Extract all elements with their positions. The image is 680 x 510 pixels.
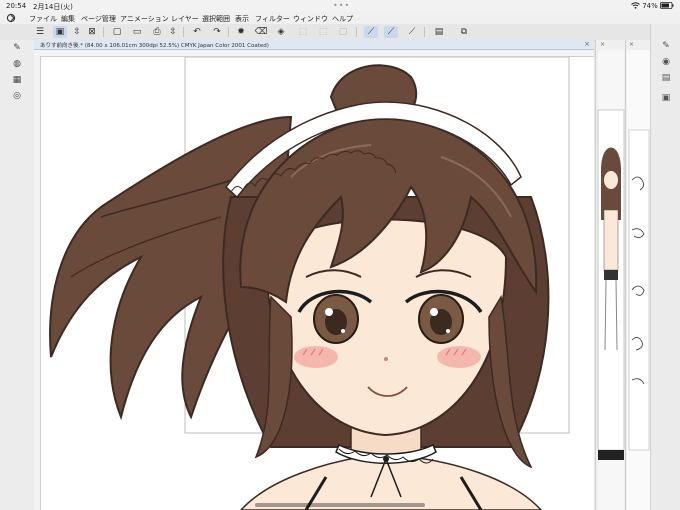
snap-ruler-icon[interactable]: ⟋ — [364, 26, 378, 38]
preview-close-icon[interactable]: × — [629, 41, 634, 48]
undo-icon[interactable]: ↶ — [190, 26, 204, 38]
stepper-icon[interactable]: ⇳ — [70, 26, 84, 38]
preview-panel[interactable]: × — [625, 40, 651, 510]
hamburger-menu-icon[interactable]: ☰ — [33, 26, 47, 38]
fill-icon[interactable]: ◈ — [274, 26, 288, 38]
battery-icon — [660, 2, 674, 9]
wifi-icon — [631, 2, 640, 9]
menu-animation[interactable]: アニメーション — [120, 14, 169, 24]
menu-bar: ファイル 編集 ページ管理 アニメーション レイヤー 選択範囲 表示 フィルター… — [0, 12, 680, 24]
status-time: 20:54 — [6, 2, 27, 10]
clear-icon[interactable]: ⌫ — [254, 26, 268, 38]
print-icon[interactable]: ⎙ — [150, 26, 164, 38]
right-tool-strip: ✎ ◉ ▤ ▣ — [650, 24, 680, 510]
right-blush — [437, 346, 481, 368]
menu-page-management[interactable]: ページ管理 — [81, 14, 116, 24]
pen-settings-icon[interactable]: ✎ — [659, 40, 673, 52]
document-title: ありす前向き後.* (84.00 x 106.01cm 300dpi 52.5%… — [40, 43, 269, 49]
new-document-icon[interactable]: ▢ — [110, 26, 124, 38]
battery-percent: 74% — [642, 2, 658, 10]
open-folder-icon[interactable]: ▭ — [130, 26, 144, 38]
material-icon[interactable]: ⊠ — [85, 26, 99, 38]
settings-panel-icon[interactable]: ▤ — [432, 26, 446, 38]
document-close-icon[interactable]: × — [584, 40, 590, 48]
redo-icon[interactable]: ↷ — [210, 26, 224, 38]
ruler-vertical — [34, 56, 41, 510]
tool-property-icon[interactable]: ▦ — [10, 74, 24, 86]
menu-selection[interactable]: 選択範囲 — [202, 14, 230, 24]
preview-thumbnail — [627, 50, 650, 510]
menu-layer[interactable]: レイヤー — [171, 14, 199, 24]
brush-size-icon[interactable]: ◍ — [10, 58, 24, 70]
snap-special-ruler-icon[interactable]: ⟋ — [384, 26, 398, 38]
export-stepper-icon[interactable]: ⇳ — [166, 26, 180, 38]
multitask-dots-icon[interactable]: ••• — [333, 1, 350, 10]
ios-status-bar: 20:54 2月14日(火) ••• 74% — [0, 0, 680, 12]
menu-window[interactable]: ウィンドウ — [293, 14, 328, 24]
menu-edit[interactable]: 編集 — [61, 14, 75, 24]
brush-tool-icon[interactable]: ✎ — [10, 42, 24, 54]
cloud-app-icon[interactable] — [6, 13, 18, 23]
command-bar: ☰ ▣ ⇳ ⊠ ▢ ▭ ⎙ ⇳ ↶ ↷ ✹ ⌫ ◈ ⬚ ⬚ ▢ ⟋ ⟋ ⟋ ▤ … — [0, 24, 680, 41]
invert-selection-icon[interactable]: ▢ — [336, 26, 350, 38]
sub-view-thumbnail — [597, 50, 625, 510]
crop-icon[interactable]: ⬚ — [296, 26, 310, 38]
auto-action-icon[interactable]: ▣ — [659, 92, 673, 104]
menu-view[interactable]: 表示 — [235, 14, 249, 24]
left-tool-strip: ✎ ◍ ▦ ◎ — [0, 40, 34, 510]
ruler-horizontal — [34, 50, 594, 57]
new-file-icon[interactable]: ▣ — [53, 26, 67, 38]
left-blush — [294, 346, 338, 368]
status-date: 2月14日(火) — [33, 3, 73, 11]
snap-grid-icon[interactable]: ⟋ — [405, 26, 419, 38]
menu-help[interactable]: ヘルプ — [332, 14, 353, 24]
sub-view-close-icon[interactable]: × — [600, 41, 605, 48]
deselect-icon[interactable]: ⬚ — [316, 26, 330, 38]
navigator-icon[interactable]: ◎ — [10, 90, 24, 102]
document-tab[interactable]: ありす前向き後.* (84.00 x 106.01cm 300dpi 52.5%… — [34, 40, 594, 50]
layer-panel-icon[interactable]: ▤ — [659, 72, 673, 84]
canvas-illustration — [49, 57, 570, 510]
share-icon[interactable]: ⧉ — [457, 26, 471, 38]
layer-property-icon[interactable]: ◉ — [659, 56, 673, 68]
menu-file[interactable]: ファイル — [29, 14, 57, 24]
sub-view-panel[interactable]: × — [595, 40, 626, 510]
home-indicator[interactable] — [255, 503, 425, 507]
drawing-canvas[interactable] — [41, 57, 594, 510]
transform-icon[interactable]: ✹ — [234, 26, 248, 38]
menu-filter[interactable]: フィルター — [255, 14, 290, 24]
status-right: 74% — [631, 2, 674, 10]
